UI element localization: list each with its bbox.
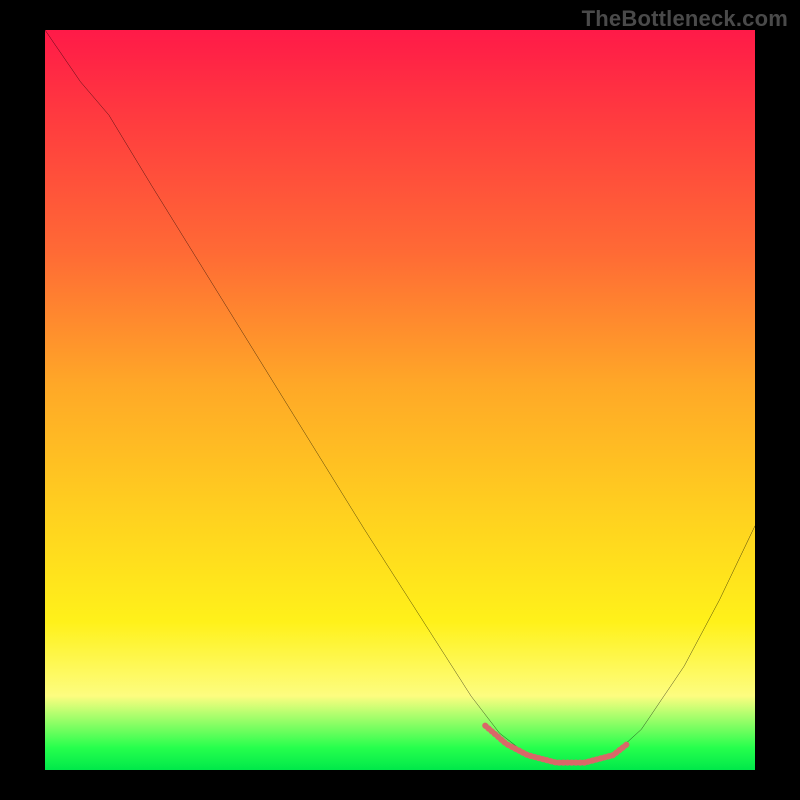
gradient-background	[45, 30, 755, 770]
chart-frame: TheBottleneck.com	[0, 0, 800, 800]
plot-area	[45, 30, 755, 770]
watermark-text: TheBottleneck.com	[582, 6, 788, 32]
